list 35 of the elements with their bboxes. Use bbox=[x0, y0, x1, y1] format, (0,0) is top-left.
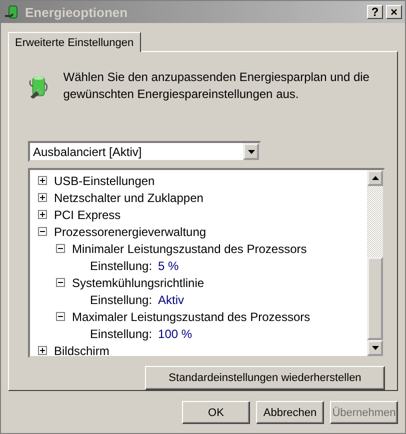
collapse-icon[interactable] bbox=[56, 244, 65, 253]
scroll-down-icon[interactable] bbox=[372, 346, 378, 350]
dialog-button[interactable]: OK bbox=[182, 401, 250, 424]
close-button[interactable]: × bbox=[386, 5, 402, 19]
tree-item[interactable]: USB-Einstellungen bbox=[54, 174, 155, 188]
plan-dropdown[interactable]: Ausbalanciert [Aktiv] bbox=[28, 141, 261, 162]
expand-icon[interactable] bbox=[38, 193, 47, 202]
setting-value[interactable]: 100 % bbox=[158, 326, 192, 340]
tree-item[interactable]: Prozessorenergieverwaltung bbox=[54, 224, 206, 238]
tree-item[interactable]: Netzschalter und Zuklappen bbox=[54, 190, 204, 204]
dropdown-arrow-icon bbox=[248, 150, 254, 154]
collapse-icon[interactable] bbox=[38, 227, 47, 236]
dialog-button[interactable]: Abbrechen bbox=[256, 401, 324, 424]
scrollbar[interactable] bbox=[367, 170, 383, 356]
tree-item[interactable]: Bildschirm bbox=[54, 344, 110, 356]
expand-icon[interactable] bbox=[38, 176, 47, 185]
scroll-up-icon[interactable] bbox=[372, 176, 378, 180]
window-title: Energieoptionen bbox=[25, 4, 129, 20]
setting-label: Einstellung: bbox=[90, 326, 152, 340]
restore-defaults-button[interactable]: Standardeinstellungen wiederherstellen bbox=[145, 366, 385, 390]
setting-label: Einstellung: bbox=[90, 292, 152, 306]
setting-label: Einstellung: bbox=[90, 258, 152, 272]
setting-value[interactable]: Aktiv bbox=[158, 292, 184, 306]
expand-icon[interactable] bbox=[38, 346, 47, 355]
setting-value[interactable]: 5 % bbox=[158, 258, 179, 272]
tree-item[interactable]: Maximaler Leistungszustand des Prozessors bbox=[72, 310, 310, 324]
tree-item[interactable]: PCI Express bbox=[54, 208, 121, 222]
help-button[interactable]: ? bbox=[367, 5, 383, 19]
collapse-icon[interactable] bbox=[56, 312, 65, 321]
tree-item[interactable]: Minimaler Leistungszustand des Prozessors bbox=[72, 242, 307, 256]
expand-icon[interactable] bbox=[38, 210, 47, 219]
tab[interactable]: Erweiterte Einstellungen bbox=[8, 32, 141, 52]
description-text: Wählen Sie den anzupassenden Energiesparplan und die gewünschten Energiespareinstellungen aus. bbox=[63, 69, 370, 103]
collapse-icon[interactable] bbox=[56, 278, 65, 287]
tree-item[interactable]: Systemkühlungsrichtlinie bbox=[72, 276, 204, 290]
